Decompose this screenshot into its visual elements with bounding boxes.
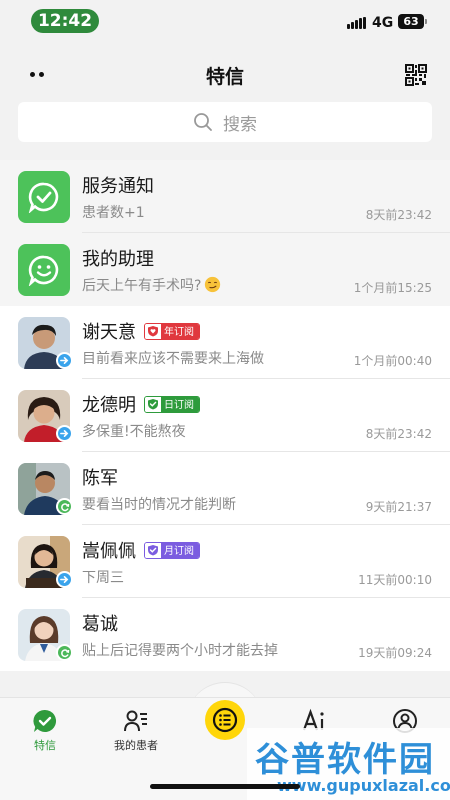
conversation-list: 服务通知 患者数+1 8天前23:42 我的助理 后天上午有手术吗? 1个月前1… [0, 160, 450, 671]
conversation-item-service-notice[interactable]: 服务通知 患者数+1 8天前23:42 [0, 160, 450, 233]
search-placeholder: 搜索 [223, 114, 257, 135]
menu-list-icon [212, 707, 238, 733]
check-bubble-icon [18, 171, 70, 223]
heart-shield-icon [145, 323, 161, 339]
conversation-time: 8天前23:42 [365, 427, 432, 441]
chat-check-icon [32, 708, 58, 734]
tab-my-patients[interactable]: 我的患者 [101, 708, 171, 753]
tab-label: 特信 [34, 739, 56, 752]
conversation-time: 11天前00:10 [358, 573, 432, 587]
preview-text: 后天上午有手术吗? [82, 278, 202, 294]
conversation-item-patient[interactable]: 龙德明 日订阅 多保重!不能熬夜 8天前23:42 [0, 379, 450, 452]
status-time: 12:42 [31, 9, 99, 33]
renew-cycle-icon [56, 498, 73, 515]
conversation-item-assistant[interactable]: 我的助理 后天上午有手术吗? 1个月前15:25 [0, 233, 450, 306]
conversation-item-patient[interactable]: 葛诚 贴上后记得要两个小时才能去掉 19天前09:24 [0, 598, 450, 671]
home-indicator [150, 784, 300, 789]
status-bar: 12:42 4G 63 [0, 0, 450, 44]
referral-arrow-icon [56, 425, 73, 442]
conversation-item-patient[interactable]: 嵩佩佩 月订阅 下周三 11天前00:10 [0, 525, 450, 598]
qr-code-icon[interactable] [405, 64, 427, 86]
conversation-preview: 后天上午有手术吗? [82, 275, 221, 295]
conversation-preview: 下周三 [82, 570, 124, 586]
patients-icon [123, 708, 149, 734]
conversation-preview: 患者数+1 [82, 205, 145, 221]
conversation-name: 服务通知 [82, 176, 154, 197]
page-title: 特信 [205, 66, 244, 88]
subscription-label: 年订阅 [161, 323, 199, 339]
conversation-preview: 要看当时的情况才能判断 [82, 497, 236, 513]
referral-arrow-icon [56, 571, 73, 588]
subscription-badge-year: 年订阅 [144, 322, 200, 340]
top-header: 特信 [0, 44, 450, 106]
conversation-preview: 目前看来应该不需要来上海做 [82, 351, 264, 367]
smile-bubble-icon [18, 244, 70, 296]
subscription-badge-month: 月订阅 [144, 541, 200, 559]
conversation-time: 9天前21:37 [365, 500, 432, 514]
network-label: 4G [372, 15, 394, 31]
subscription-badge-day: 日订阅 [144, 395, 200, 413]
conversation-name: 葛诚 [82, 614, 118, 635]
conversation-time: 19天前09:24 [358, 646, 432, 660]
conversation-name: 嵩佩佩 [82, 541, 136, 562]
watermark-text: 谷普软件园 [255, 740, 435, 780]
conversation-preview: 多保重!不能熬夜 [82, 424, 186, 440]
check-shield-icon [145, 542, 161, 558]
subscription-label: 月订阅 [161, 542, 199, 558]
tab-messages[interactable]: 特信 [10, 708, 80, 753]
conversation-time: 8天前23:42 [365, 208, 432, 222]
search-icon [194, 113, 212, 131]
conversation-item-patient[interactable]: 谢天意 年订阅 目前看来应该不需要来上海做 1个月前00:40 [0, 306, 450, 379]
check-shield-icon [145, 396, 161, 412]
renew-cycle-icon [56, 644, 73, 661]
conversation-time: 1个月前15:25 [353, 281, 432, 295]
conversation-time: 1个月前00:40 [353, 354, 432, 368]
watermark: 谷普软件园 www.gupuxlazal.com [247, 728, 450, 800]
smirk-emoji-icon [205, 276, 221, 293]
conversation-item-patient[interactable]: 陈军 要看当时的情况才能判断 9天前21:37 [0, 452, 450, 525]
conversation-name: 谢天意 [82, 322, 136, 343]
referral-arrow-icon [56, 352, 73, 369]
search-bar[interactable]: 搜索 [18, 102, 432, 142]
conversation-preview: 贴上后记得要两个小时才能去掉 [82, 643, 278, 659]
signal-icon [347, 17, 367, 29]
watermark-url: www.gupuxlazal.com [277, 776, 450, 795]
conversation-name: 我的助理 [82, 249, 154, 270]
center-menu-button[interactable] [205, 700, 245, 740]
tab-label: 我的患者 [114, 739, 158, 752]
conversation-name: 龙德明 [82, 395, 136, 416]
conversation-name: 陈军 [82, 468, 118, 489]
battery-icon: 63 [398, 14, 427, 29]
subscription-label: 日订阅 [161, 396, 199, 412]
